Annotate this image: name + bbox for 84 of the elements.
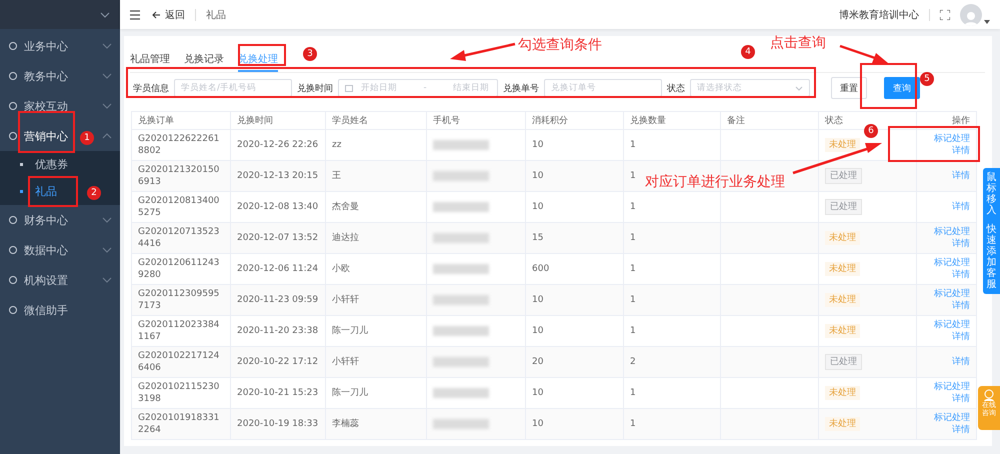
status-tag: 未处理 [825,386,860,400]
column-header: 兑换数量 [624,112,720,130]
filter-label: 状态 [667,82,685,94]
tab[interactable]: 兑换记录 [184,52,224,72]
status-tag: 已处理 [825,199,862,215]
breadcrumb: 礼品 [206,8,226,22]
action-link[interactable]: 标记处理 [923,257,970,269]
table-cell: 10 [526,284,624,316]
table-cell: G20201207135234416 [132,222,230,254]
table-cell: 10 [526,160,624,192]
action-link[interactable]: 详情 [923,269,970,281]
action-link[interactable]: 详情 [923,300,970,312]
sidebar-item[interactable]: 业务中心 [8,38,68,54]
tab[interactable]: 礼品管理 [130,52,170,72]
input-field[interactable]: 兑换订单号 [544,79,662,97]
table-cell: G20201022171246406 [132,346,230,378]
status-tag: 未处理 [825,231,860,245]
action-link[interactable]: 标记处理 [923,381,970,393]
table-cell: 15 [526,222,624,254]
organization-name: 博米教育培训中心 [839,8,919,22]
action-link[interactable]: 详情 [923,331,970,343]
action-link[interactable]: 详情 [923,424,970,436]
sidebar-item[interactable]: 微信助手 [8,302,68,318]
table-cell: G20201019183312264 [132,408,230,440]
support-side-tab[interactable]: 鼠标移入 快速添加客服 [983,168,1000,294]
action-link[interactable]: 标记处理 [923,412,970,424]
action-link[interactable]: 标记处理 [923,133,970,145]
reset-button[interactable]: 重置 [831,77,867,99]
input-field[interactable]: 学员姓名/手机号码 [174,79,292,97]
column-header: 备注 [720,112,818,130]
date-range-field[interactable]: 开始日期 - 结束日期 [338,79,498,97]
sidebar-item[interactable]: 营销中心 [8,128,68,144]
annotation-note: 勾选查询条件 [518,36,602,54]
status-tag: 未处理 [825,262,860,276]
table-cell: 2020-10-19 18:33 [230,408,326,440]
sidebar-item[interactable]: 教务中心 [8,68,68,84]
filter-label: 兑换单号 [503,82,539,94]
back-link[interactable]: 返回 [152,8,185,22]
status-tag: 未处理 [825,293,860,307]
filter-label: 兑换时间 [297,82,333,94]
table-cell: 2 [624,346,720,378]
status-tag: 已处理 [825,168,862,184]
status-tag: 未处理 [825,417,860,431]
table-cell: 1 [624,284,720,316]
action-link[interactable]: 标记处理 [923,288,970,300]
action-link[interactable]: 详情 [923,145,970,157]
table-cell: 小轩轩 [326,346,426,378]
column-header: 兑换订单 [132,112,230,130]
table-cell: 10 [526,408,624,440]
status-tag: 未处理 [825,324,860,338]
sidebar-item[interactable]: 机构设置 [8,272,68,288]
table-cell: 李楠蕊 [326,408,426,440]
status-tag: 已处理 [825,354,862,370]
action-link[interactable]: 标记处理 [923,319,970,331]
table-cell: G20201123095957173 [132,284,230,316]
query-button[interactable]: 查询 [884,77,920,99]
table-cell: 2020-12-07 13:52 [230,222,326,254]
sidebar-item[interactable]: 家校互动 [8,98,68,114]
select-field[interactable]: 请选择状态 [690,79,810,97]
action-link[interactable]: 标记处理 [923,226,970,238]
action-link[interactable]: 详情 [923,238,970,250]
filter-label: 学员信息 [133,82,169,94]
annotation-note: 点击查询 [770,34,826,52]
column-header: 手机号 [426,112,526,130]
sidebar-item[interactable]: 财务中心 [8,212,68,228]
table-cell: 迪达拉 [326,222,426,254]
tab[interactable]: 兑换处理 [238,52,278,72]
table-cell: G20201213201506913 [132,160,230,192]
action-link[interactable]: 详情 [923,393,970,405]
table-cell: 王 [326,160,426,192]
table-cell: 2020-11-23 09:59 [230,284,326,316]
column-header: 消耗积分 [526,112,624,130]
table-cell: 1 [624,408,720,440]
status-tag: 未处理 [825,138,860,152]
table-cell: 2020-12-13 20:15 [230,160,326,192]
table-cell: 20 [526,346,624,378]
column-header: 学员姓名 [326,112,426,130]
column-header: 兑换时间 [230,112,326,130]
sidebar-item[interactable]: 数据中心 [8,242,68,258]
table-cell: 小轩轩 [326,284,426,316]
annotation-note: 对应订单进行业务处理 [645,173,785,191]
table-cell: 1 [624,222,720,254]
sidebar-subitem[interactable]: 优惠券 [0,151,120,178]
table-cell: 2020-10-22 17:12 [230,346,326,378]
